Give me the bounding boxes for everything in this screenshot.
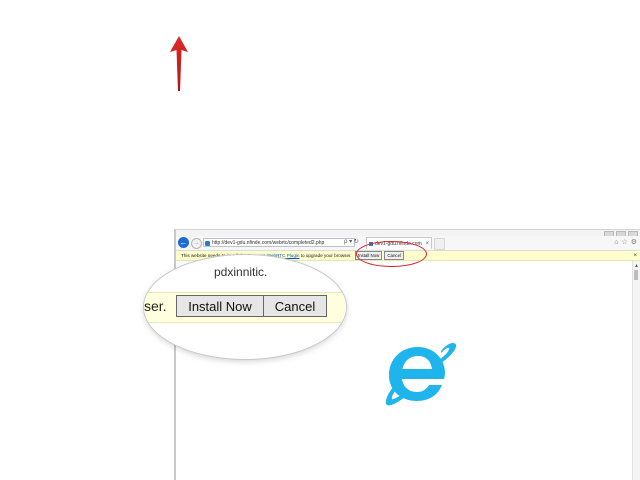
magnified-install-now-button[interactable]: Install Now — [176, 295, 264, 317]
address-bar[interactable]: http://dev1-gdu.nfinde.com/webrtc/comple… — [203, 238, 355, 247]
back-button[interactable]: ← — [178, 237, 189, 248]
gear-icon[interactable]: ⚙ — [631, 238, 637, 247]
scroll-up-icon[interactable]: ▲ — [634, 263, 639, 269]
address-url: http://dev1-gdu.nfinde.com/webrtc/comple… — [212, 240, 325, 246]
zoom-magnifier: pdxinnitic. ser. Install Now Cancel — [143, 254, 347, 360]
tab-close-icon[interactable]: × — [425, 238, 429, 249]
home-icon[interactable]: ⌂ — [614, 238, 618, 247]
highlight-ellipse — [356, 241, 427, 267]
forward-button[interactable]: → — [191, 238, 202, 249]
scroll-thumb[interactable] — [634, 270, 638, 280]
toolbar-icons: ⌂ ☆ ⚙ — [614, 238, 637, 247]
new-tab-button[interactable] — [434, 238, 445, 250]
red-up-arrow-icon — [170, 36, 188, 91]
infobar-close-icon[interactable]: × — [633, 251, 637, 261]
magnified-partial-text: pdxinnitic. — [214, 265, 268, 279]
vertical-scrollbar[interactable]: ▲ — [632, 261, 640, 480]
site-favicon-icon — [205, 241, 210, 246]
magnified-cancel-button[interactable]: Cancel — [263, 295, 327, 317]
magnified-browser-text: ser. — [144, 298, 167, 314]
ie-logo-icon — [385, 343, 457, 406]
address-actions[interactable]: ρ ▾ ↻ — [344, 238, 359, 247]
star-icon[interactable]: ☆ — [621, 238, 627, 247]
